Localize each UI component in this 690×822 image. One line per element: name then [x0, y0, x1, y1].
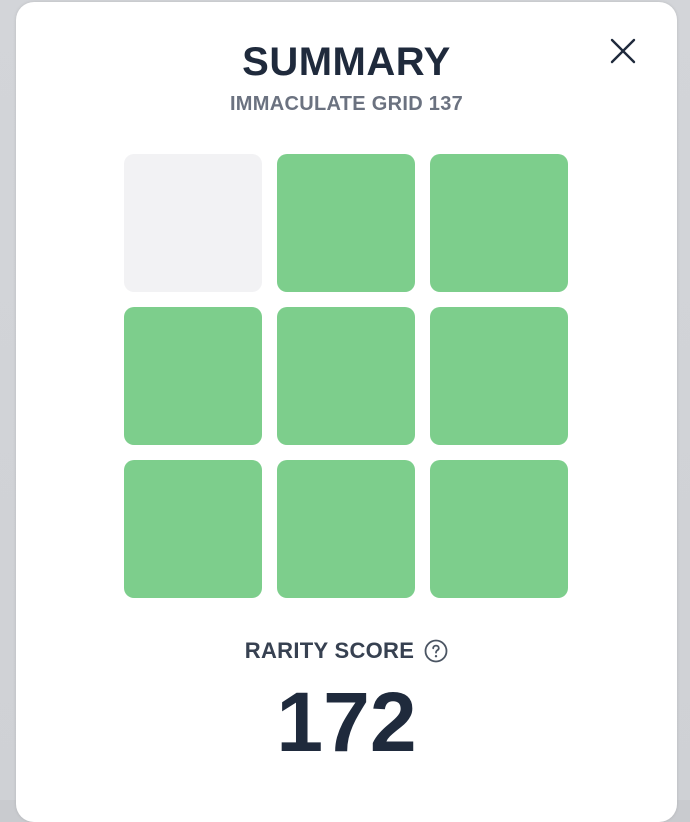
summary-modal: SUMMARY IMMACULATE GRID 137 RARITY SCORE…	[16, 2, 677, 822]
rarity-score-label: RARITY SCORE	[244, 638, 415, 663]
grid-cell	[277, 154, 415, 292]
rarity-score-value: 172	[276, 675, 417, 769]
question-circle-icon	[424, 639, 448, 663]
rarity-header: RARITY SCORE	[16, 638, 677, 664]
result-grid	[124, 154, 568, 598]
grid-cell	[430, 154, 568, 292]
grid-cell	[124, 460, 262, 598]
grid-cell	[277, 307, 415, 445]
grid-cell	[124, 307, 262, 445]
grid-cell	[124, 154, 262, 292]
help-button[interactable]	[424, 639, 448, 663]
grid-cell	[430, 460, 568, 598]
grid-cell	[430, 307, 568, 445]
grid-cell	[277, 460, 415, 598]
grid-subtitle: IMMACULATE GRID 137	[229, 93, 464, 115]
modal-title: SUMMARY	[242, 40, 451, 84]
